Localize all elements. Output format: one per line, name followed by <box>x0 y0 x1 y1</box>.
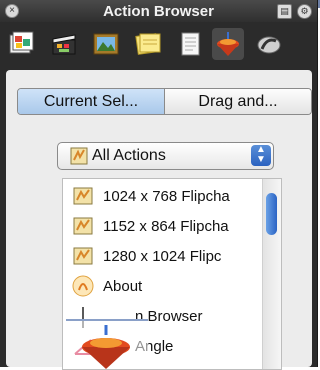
drag-preview <box>66 319 148 369</box>
list-item-label: 1152 x 864 Flipcha <box>103 217 229 235</box>
list-item-label: n Browser <box>135 307 203 325</box>
chevron-updown-icon: ▲ ▼ <box>251 145 271 166</box>
sticky-notes-icon[interactable] <box>132 28 164 60</box>
flipchart-icon <box>73 187 93 205</box>
list-item[interactable]: 1024 x 768 Flipcha <box>63 181 259 211</box>
clipboard-gallery-icon[interactable] <box>6 28 38 60</box>
film-clapper-icon[interactable] <box>48 28 80 60</box>
list-item-label: 1024 x 768 Flipcha <box>103 187 230 205</box>
list-scrollbar[interactable] <box>262 179 281 369</box>
flipchart-icon <box>70 147 88 165</box>
scroll-thumb[interactable] <box>266 193 277 235</box>
list-item[interactable]: About <box>63 271 259 301</box>
gear-icon[interactable]: ⚙ <box>297 4 312 19</box>
window-title: Action Browser <box>103 3 214 20</box>
list-item-label: Angle <box>135 337 174 355</box>
photo-frame-icon[interactable] <box>90 28 122 60</box>
toolbar <box>0 22 317 66</box>
tab-current-selection[interactable]: Current Sel... <box>18 89 165 114</box>
list-item[interactable]: 1152 x 864 Flipcha <box>63 211 259 241</box>
list-item-label: 1280 x 1024 Flipc <box>103 247 222 265</box>
zoom-button[interactable]: ▤ <box>277 4 292 19</box>
filter-selected-label: All Actions <box>92 147 166 164</box>
document-icon[interactable] <box>174 28 206 60</box>
eraser-icon[interactable] <box>252 28 284 60</box>
title-bar[interactable]: × Action Browser ▤ ⚙ <box>0 0 317 22</box>
about-icon <box>72 275 94 297</box>
spinning-top-icon[interactable] <box>212 28 244 60</box>
tab-drag-and-drop[interactable]: Drag and... <box>165 89 311 114</box>
list-item-label: About <box>103 277 143 295</box>
content-panel: Current Sel... Drag and... All Actions ▲… <box>6 70 312 370</box>
mode-segmented-control: Current Sel... Drag and... <box>17 88 312 115</box>
list-item[interactable]: 1280 x 1024 Flipc <box>63 241 259 271</box>
action-filter-popup[interactable]: All Actions ▲ ▼ <box>57 142 274 170</box>
spinning-top-icon <box>82 325 130 369</box>
flipchart-icon <box>73 217 93 235</box>
flipchart-icon <box>73 247 93 265</box>
action-browser-palette: × Action Browser ▤ ⚙ Current Sel... Drag… <box>0 0 318 370</box>
